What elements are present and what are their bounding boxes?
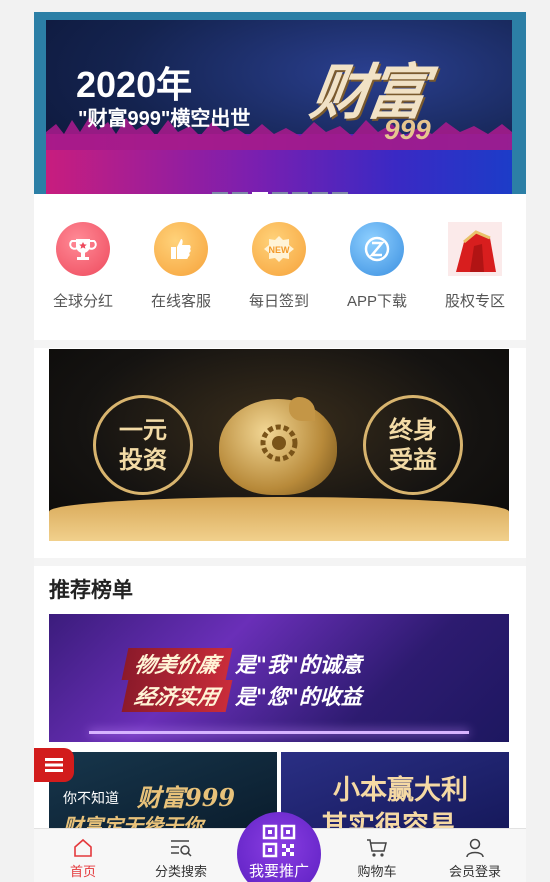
nav-item-label: 全球分红 xyxy=(52,293,113,310)
promo-right-line1: 终身 xyxy=(389,415,437,444)
banner-logo-number: 999 xyxy=(384,114,431,145)
tile-text: 小本赢大利 xyxy=(333,775,468,806)
recommend-glow-line xyxy=(89,731,469,734)
recommend-title: 推荐榜单 xyxy=(49,578,133,602)
tab-member-login[interactable]: 会员登录 xyxy=(440,829,510,882)
carousel-dot[interactable] xyxy=(212,192,228,194)
section-divider xyxy=(34,558,526,566)
svg-text:NEW: NEW xyxy=(269,245,291,255)
carousel-indicator xyxy=(212,192,348,194)
floating-menu-button[interactable] xyxy=(34,748,74,782)
recommend-tag: 经济实用 xyxy=(121,680,233,712)
piggy-bank-ear xyxy=(289,397,315,421)
carousel-dot[interactable] xyxy=(312,192,328,194)
tab-label: 会员登录 xyxy=(448,864,501,879)
nav-item-online-service[interactable]: 在线客服 xyxy=(132,222,230,322)
tab-cart[interactable]: 购物车 xyxy=(342,829,412,882)
recommend-banner[interactable]: 物美价廉 是"我"的诚意 经济实用 是"您"的收益 xyxy=(49,614,509,742)
carousel-banner[interactable]: 2020年 "财富999"横空出世 财富 999 xyxy=(46,20,512,194)
tab-label: 购物车 xyxy=(357,864,397,879)
new-badge-icon: NEW xyxy=(252,222,306,276)
user-icon xyxy=(466,838,484,858)
nav-item-app-download[interactable]: APP下载 xyxy=(328,222,426,322)
qr-code-icon xyxy=(262,824,296,858)
banner-year: 2020年 xyxy=(76,64,193,105)
nav-item-label: 每日签到 xyxy=(248,293,309,310)
recommend-text: 是"我"的诚意 xyxy=(235,653,362,677)
page-container: 2020年 "财富999"横空出世 财富 999 全球分红 在线客服 NEW 每… xyxy=(34,12,526,882)
carousel-dot[interactable] xyxy=(252,192,268,194)
recommend-line-1: 物美价廉 是"我"的诚意 xyxy=(121,648,362,680)
gear-icon xyxy=(260,424,298,462)
category-search-icon xyxy=(171,840,192,857)
carousel-dot[interactable] xyxy=(272,192,288,194)
recommend-text: 是"您"的收益 xyxy=(235,685,362,709)
promo-left-line2: 投资 xyxy=(119,445,167,474)
tab-label: 首页 xyxy=(69,864,96,879)
top-banner-frame: 2020年 "财富999"横空出世 财富 999 xyxy=(34,12,526,194)
carousel-dot[interactable] xyxy=(232,192,248,194)
thumbs-up-icon xyxy=(154,222,208,276)
promo-banner[interactable]: 一元 投资 终身 受益 xyxy=(49,349,509,541)
tile-text: 你不知道 xyxy=(63,791,119,807)
promote-label: 我要推广 xyxy=(248,863,309,880)
promo-gold-floor xyxy=(49,497,509,541)
tab-home[interactable]: 首页 xyxy=(48,829,118,882)
nav-item-global-dividend[interactable]: 全球分红 xyxy=(34,222,132,322)
promo-right-ring: 终身 受益 xyxy=(363,395,463,495)
recommend-tile-right[interactable]: 小本赢大利 其实很容易 xyxy=(281,752,509,834)
cart-icon xyxy=(367,839,387,857)
tab-label: 分类搜索 xyxy=(154,864,207,879)
nav-item-label: APP下载 xyxy=(346,293,407,310)
section-divider xyxy=(34,340,526,348)
equity-icon xyxy=(448,222,502,276)
quick-nav: 全球分红 在线客服 NEW 每日签到 APP下载 股权专区 xyxy=(34,222,526,322)
tab-category-search[interactable]: 分类搜索 xyxy=(146,829,216,882)
promo-left-ring: 一元 投资 xyxy=(93,395,193,495)
nav-item-daily-checkin[interactable]: NEW 每日签到 xyxy=(230,222,328,322)
banner-subtitle: "财富999"横空出世 xyxy=(78,108,251,130)
recommend-tile-left[interactable]: 你不知道 财富999 财富定无缘于你 xyxy=(49,752,277,834)
recommend-tag: 物美价廉 xyxy=(121,648,233,680)
promo-left-line1: 一元 xyxy=(119,415,167,444)
carousel-dot[interactable] xyxy=(292,192,308,194)
nav-item-label: 在线客服 xyxy=(150,293,211,310)
recommend-line-2: 经济实用 是"您"的收益 xyxy=(121,680,362,712)
app-download-icon xyxy=(350,222,404,276)
promo-right-line2: 受益 xyxy=(389,445,437,474)
home-icon xyxy=(74,838,92,857)
banner-crowd-graphic xyxy=(46,116,512,194)
trophy-icon xyxy=(56,222,110,276)
tile-text: 财富999 xyxy=(137,783,236,812)
hamburger-menu-icon xyxy=(45,758,63,772)
nav-item-equity-zone[interactable]: 股权专区 xyxy=(426,222,524,322)
nav-item-label: 股权专区 xyxy=(444,293,505,310)
carousel-dot[interactable] xyxy=(332,192,348,194)
